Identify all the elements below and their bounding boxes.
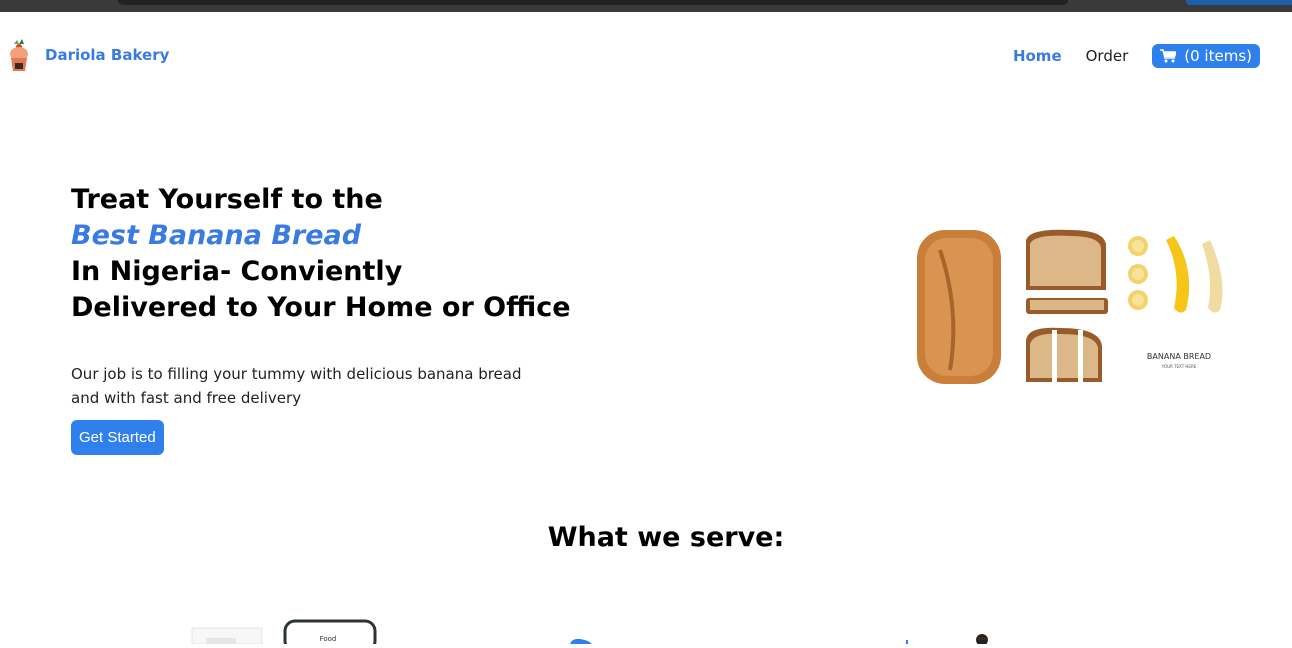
cart-icon — [1160, 49, 1177, 63]
hero-title-highlight: Best Banana Bread — [71, 220, 362, 251]
cart-button[interactable]: (0 items) — [1152, 44, 1260, 68]
nav-home-link[interactable]: Home — [1013, 47, 1062, 65]
browser-top-strip — [0, 0, 1292, 12]
browser-button-edge — [1186, 0, 1292, 5]
hero-description: Our job is to filling your tummy with de… — [71, 365, 522, 407]
chef-illustration — [900, 600, 1000, 648]
image-subtitle: YOUR TEXT HERE — [1161, 364, 1197, 369]
hero-title-line3: In Nigeria- Conviently — [71, 256, 403, 287]
phone-food-label: Food — [320, 635, 337, 643]
get-started-button[interactable]: Get Started — [71, 420, 164, 455]
what-we-serve-title: What we serve: — [547, 522, 785, 553]
hero-section: Treat Yourself to the Best Banana Bread … — [71, 182, 591, 455]
cart-label: (0 items) — [1184, 47, 1252, 65]
brand-name: Dariola Bakery — [45, 46, 170, 64]
brand-link[interactable]: Dariola Bakery — [8, 38, 169, 72]
delivery-illustration — [566, 600, 596, 648]
food-app-illustration: Food — [190, 600, 380, 648]
hero-title-line4: Delivered to Your Home or Office — [71, 292, 571, 323]
main-nav: Home Order (0 items) — [1013, 44, 1260, 68]
address-bar-edge — [118, 0, 1068, 5]
banana-bread-image: BANANA BREAD YOUR TEXT HERE — [880, 190, 1265, 430]
nav-order-link[interactable]: Order — [1086, 47, 1129, 65]
image-title: BANANA BREAD — [1147, 352, 1211, 361]
cupcake-icon — [8, 38, 30, 72]
hero-title-line1: Treat Yourself to the — [71, 184, 383, 215]
hero-title: Treat Yourself to the Best Banana Bread … — [71, 182, 591, 326]
